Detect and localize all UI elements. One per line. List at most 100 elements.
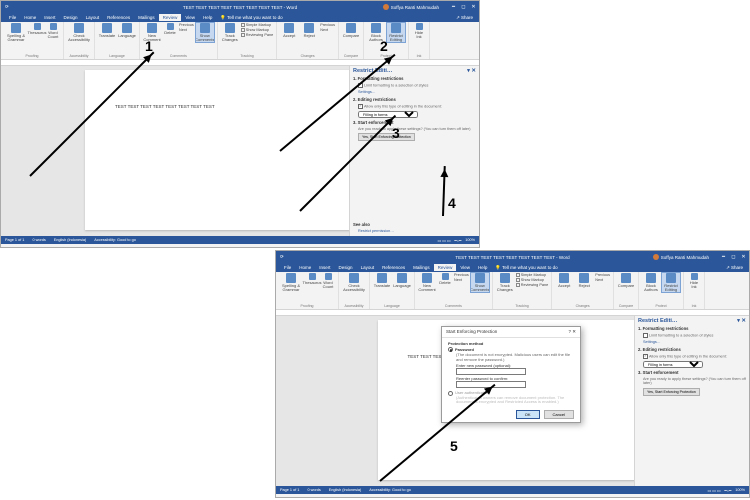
tab-insert[interactable]: Insert <box>40 14 59 21</box>
tab-design[interactable]: Design <box>335 264 357 271</box>
spelling-grammar-button[interactable]: Spelling & Grammar <box>4 23 28 42</box>
reject-button[interactable]: Reject <box>575 273 593 288</box>
tab-design[interactable]: Design <box>60 14 82 21</box>
reject-button[interactable]: Reject <box>300 23 318 38</box>
delete-comment-button[interactable]: Delete <box>163 23 177 42</box>
share-button[interactable]: ↗ Share <box>726 265 743 271</box>
group-language: Translate Language Language <box>95 22 140 59</box>
tab-references[interactable]: References <box>378 264 409 271</box>
tab-file[interactable]: File <box>280 264 295 271</box>
status-page[interactable]: Page 1 of 1 <box>5 238 24 242</box>
pane-close-icon[interactable]: ✕ <box>471 68 476 74</box>
compare-button[interactable]: Compare <box>617 273 635 288</box>
hide-ink-button[interactable]: Hide Ink <box>687 273 701 289</box>
restrict-editing-button[interactable]: Restrict Editing <box>662 273 680 292</box>
tab-file[interactable]: File <box>5 14 20 21</box>
status-words[interactable]: 0 words <box>307 488 320 492</box>
next-comment-button[interactable]: Next <box>179 28 187 32</box>
tell-me[interactable]: 💡 Tell me what you want to do <box>216 14 286 22</box>
cancel-button[interactable]: Cancel <box>544 410 574 419</box>
dialog-close-icon[interactable]: ✕ <box>572 329 576 334</box>
pane-dropdown-icon[interactable]: ▾ <box>737 318 740 324</box>
show-comments-button[interactable]: Show Comments <box>471 273 489 292</box>
status-words[interactable]: 0 words <box>32 238 45 242</box>
pane-close-icon[interactable]: ✕ <box>741 318 746 324</box>
close-icon[interactable]: ✕ <box>740 254 747 261</box>
minimize-icon[interactable]: ━ <box>720 254 727 261</box>
tab-mailings[interactable]: Mailings <box>409 264 434 271</box>
word-count-button[interactable]: Word Count <box>46 23 60 42</box>
close-icon[interactable]: ✕ <box>470 4 477 11</box>
restrict-permission-link[interactable]: Restrict permission… <box>358 229 476 234</box>
formatting-settings-link[interactable]: Settings… <box>643 340 746 345</box>
tab-insert[interactable]: Insert <box>315 264 334 271</box>
tab-home[interactable]: Home <box>20 14 40 21</box>
editing-type-select[interactable]: Filling in forms <box>643 361 703 368</box>
tab-help[interactable]: Help <box>199 14 216 21</box>
tab-references[interactable]: References <box>103 14 134 21</box>
status-zoom[interactable]: 100% <box>735 488 745 492</box>
maximize-icon[interactable]: ◻ <box>460 4 467 11</box>
formatting-settings-link[interactable]: Settings… <box>358 90 476 95</box>
maximize-icon[interactable]: ◻ <box>730 254 737 261</box>
language-button[interactable]: Language <box>393 273 411 288</box>
accept-button[interactable]: Accept <box>280 23 298 38</box>
status-lang[interactable]: English (Indonesia) <box>54 238 87 242</box>
tab-layout[interactable]: Layout <box>357 264 379 271</box>
delete-comment-button[interactable]: Delete <box>438 273 452 292</box>
view-icons[interactable]: ▭ ▭ ▭ <box>708 488 721 493</box>
word-count-button[interactable]: Word Count <box>321 273 335 292</box>
tab-view[interactable]: View <box>181 14 199 21</box>
thesaurus-button[interactable]: Thesaurus <box>30 23 44 42</box>
language-button[interactable]: Language <box>118 23 136 38</box>
tab-help[interactable]: Help <box>474 264 491 271</box>
new-comment-button[interactable]: New Comment <box>418 273 436 292</box>
tracking-options: Simple Markup Show Markup Reviewing Pane <box>241 23 273 42</box>
status-lang[interactable]: English (Indonesia) <box>329 488 362 492</box>
status-zoom[interactable]: 100% <box>465 238 475 242</box>
track-changes-button[interactable]: Track Changes <box>496 273 514 292</box>
callout-1: 1 <box>145 38 153 54</box>
pane-dropdown-icon[interactable]: ▾ <box>467 68 470 74</box>
tab-home[interactable]: Home <box>295 264 315 271</box>
status-page[interactable]: Page 1 of 1 <box>280 488 299 492</box>
block-authors-button[interactable]: Block Authors <box>642 273 660 292</box>
tab-view[interactable]: View <box>456 264 474 271</box>
see-also-heading: See also <box>353 222 476 227</box>
tab-mailings[interactable]: Mailings <box>134 14 159 21</box>
translate-button[interactable]: Translate <box>373 273 391 288</box>
thesaurus-button[interactable]: Thesaurus <box>305 273 319 292</box>
user-name: Soffya Ranti Mahmudah <box>661 255 709 260</box>
password-radio[interactable] <box>448 347 453 352</box>
restrict-editing-button[interactable]: Restrict Editing <box>387 23 405 42</box>
allow-editing-checkbox[interactable] <box>358 104 363 109</box>
allow-editing-checkbox[interactable] <box>643 354 648 359</box>
prev-comment-button[interactable]: Previous <box>179 23 194 27</box>
hide-ink-button[interactable]: Hide Ink <box>412 23 426 39</box>
tab-review[interactable]: Review <box>434 264 457 271</box>
share-button[interactable]: ↗ Share <box>456 15 473 21</box>
start-enforcing-button[interactable]: Yes, Start Enforcing Protection <box>643 388 700 396</box>
start-enforcing-button[interactable]: Yes, Start Enforcing Protection <box>358 133 415 141</box>
tab-review[interactable]: Review <box>159 14 182 21</box>
check-accessibility-button[interactable]: Check Accessibility <box>342 273 366 292</box>
minimize-icon[interactable]: ━ <box>450 4 457 11</box>
track-changes-button[interactable]: Track Changes <box>221 23 239 42</box>
view-icons[interactable]: ▭ ▭ ▭ <box>438 238 451 243</box>
ribbon: Spelling & Grammar Thesaurus Word Count … <box>1 22 479 60</box>
tell-me[interactable]: 💡 Tell me what you want to do <box>491 264 561 272</box>
check-accessibility-button[interactable]: Check Accessibility <box>67 23 91 42</box>
compare-button[interactable]: Compare <box>342 23 360 38</box>
spelling-grammar-button[interactable]: Spelling & Grammar <box>279 273 303 292</box>
status-accessibility[interactable]: Accessibility: Good to go <box>369 488 411 492</box>
tab-layout[interactable]: Layout <box>82 14 104 21</box>
show-comments-button[interactable]: Show Comments <box>196 23 214 42</box>
accept-button[interactable]: Accept <box>555 273 573 288</box>
new-password-input[interactable] <box>456 368 526 375</box>
ok-button[interactable]: OK <box>516 410 540 419</box>
translate-button[interactable]: Translate <box>98 23 116 38</box>
limit-formatting-checkbox[interactable] <box>643 333 648 338</box>
status-accessibility[interactable]: Accessibility: Good to go <box>94 238 136 242</box>
dialog-help-icon[interactable]: ? <box>568 329 571 334</box>
autosave-icon: ⟳ <box>5 4 9 10</box>
